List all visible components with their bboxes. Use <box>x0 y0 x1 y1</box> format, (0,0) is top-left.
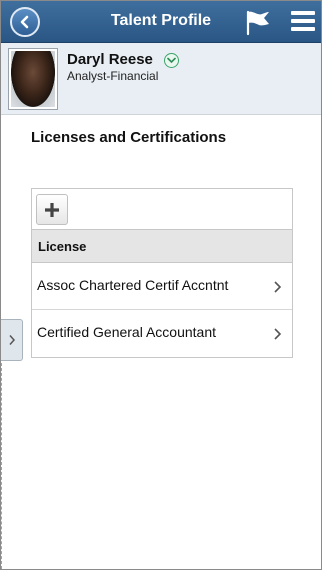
grid-toolbar <box>32 189 292 230</box>
chevron-right-icon <box>274 281 282 293</box>
chevron-down-circle-icon <box>167 57 176 64</box>
employee-details-button[interactable] <box>164 53 179 68</box>
employee-photo <box>11 51 55 107</box>
section-title: Licenses and Certifications <box>31 129 227 146</box>
hamburger-menu-icon <box>291 11 315 31</box>
menu-button[interactable] <box>291 11 315 33</box>
licenses-grid: License Assoc Chartered Certif Accntnt C… <box>31 188 293 358</box>
page-title: Talent Profile <box>110 12 212 29</box>
table-row[interactable]: Certified General Accountant <box>32 310 292 357</box>
license-name: Certified General Accountant <box>37 324 216 340</box>
employee-banner: Daryl Reese Analyst-Financial <box>1 43 321 115</box>
plus-icon <box>45 202 59 217</box>
column-header-license: License <box>32 230 292 263</box>
add-license-button[interactable] <box>36 194 68 225</box>
flag-icon <box>246 10 269 36</box>
avatar <box>8 48 58 110</box>
actions-flag-button[interactable] <box>243 7 273 37</box>
employee-name: Daryl Reese <box>67 51 153 68</box>
chevron-right-icon <box>8 335 15 345</box>
license-name: Assoc Chartered Certif Accntnt <box>37 277 229 293</box>
chevron-right-icon <box>274 328 282 340</box>
side-panel-toggle[interactable] <box>1 319 23 361</box>
panel-edge-divider <box>1 363 2 569</box>
table-row[interactable]: Assoc Chartered Certif Accntnt <box>32 263 292 310</box>
page-header: Talent Profile <box>1 1 321 43</box>
employee-role: Analyst-Financial <box>67 69 159 83</box>
